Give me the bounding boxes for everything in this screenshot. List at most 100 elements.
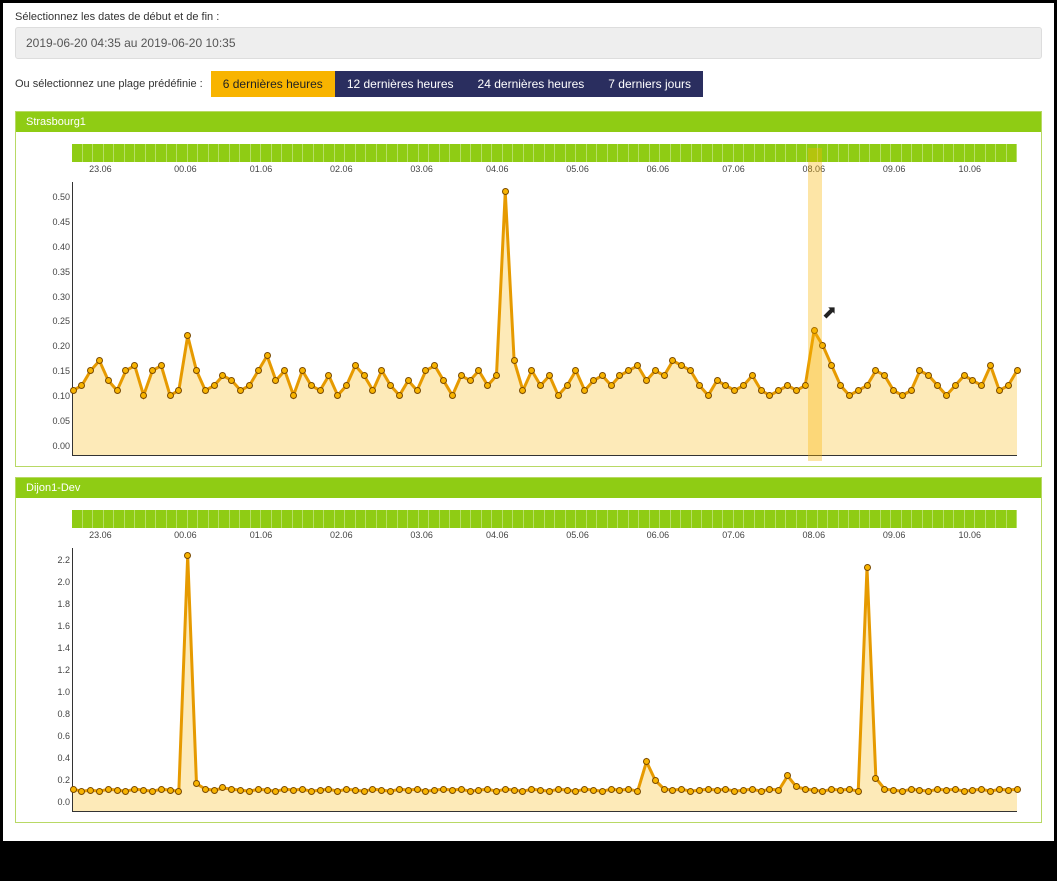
data-point[interactable] [449, 787, 456, 794]
data-point[interactable] [378, 787, 385, 794]
data-point[interactable] [264, 352, 271, 359]
data-point[interactable] [793, 387, 800, 394]
data-point[interactable] [1014, 786, 1021, 793]
data-point[interactable] [696, 382, 703, 389]
data-point[interactable] [422, 788, 429, 795]
data-point[interactable] [96, 357, 103, 364]
data-point[interactable] [661, 786, 668, 793]
data-point[interactable] [687, 367, 694, 374]
data-point[interactable] [828, 362, 835, 369]
data-point[interactable] [722, 382, 729, 389]
preset-range-button[interactable]: 7 derniers jours [596, 71, 703, 97]
data-point[interactable] [599, 788, 606, 795]
data-point[interactable] [378, 367, 385, 374]
data-point[interactable] [343, 382, 350, 389]
data-point[interactable] [431, 787, 438, 794]
data-point[interactable] [202, 387, 209, 394]
data-point[interactable] [616, 372, 623, 379]
data-point[interactable] [387, 382, 394, 389]
data-point[interactable] [281, 786, 288, 793]
data-point[interactable] [149, 367, 156, 374]
data-point[interactable] [325, 786, 332, 793]
data-point[interactable] [458, 786, 465, 793]
data-point[interactable] [219, 784, 226, 791]
data-point[interactable] [643, 377, 650, 384]
data-point[interactable] [916, 787, 923, 794]
data-point[interactable] [317, 387, 324, 394]
data-point[interactable] [987, 788, 994, 795]
data-point[interactable] [828, 786, 835, 793]
data-point[interactable] [1005, 382, 1012, 389]
data-point[interactable] [766, 786, 773, 793]
data-point[interactable] [114, 387, 121, 394]
data-point[interactable] [467, 788, 474, 795]
data-point[interactable] [405, 377, 412, 384]
data-point[interactable] [652, 777, 659, 784]
data-point[interactable] [317, 787, 324, 794]
data-point[interactable] [581, 786, 588, 793]
data-point[interactable] [908, 387, 915, 394]
data-point[interactable] [714, 787, 721, 794]
data-point[interactable] [669, 357, 676, 364]
data-point[interactable] [731, 788, 738, 795]
data-point[interactable] [140, 392, 147, 399]
data-point[interactable] [361, 788, 368, 795]
data-point[interactable] [546, 372, 553, 379]
data-point[interactable] [740, 787, 747, 794]
data-point[interactable] [246, 382, 253, 389]
data-point[interactable] [969, 787, 976, 794]
data-point[interactable] [775, 387, 782, 394]
data-point[interactable] [290, 392, 297, 399]
data-point[interactable] [678, 786, 685, 793]
data-point[interactable] [899, 392, 906, 399]
data-point[interactable] [749, 372, 756, 379]
data-point[interactable] [502, 786, 509, 793]
data-point[interactable] [414, 387, 421, 394]
overview-strip[interactable] [72, 510, 1017, 528]
data-point[interactable] [149, 788, 156, 795]
preset-range-button[interactable]: 12 dernières heures [335, 71, 466, 97]
data-point[interactable] [855, 788, 862, 795]
data-point[interactable] [908, 786, 915, 793]
data-point[interactable] [131, 362, 138, 369]
data-point[interactable] [484, 786, 491, 793]
data-point[interactable] [308, 382, 315, 389]
preset-range-button[interactable]: 6 dernières heures [211, 71, 335, 97]
data-point[interactable] [722, 786, 729, 793]
data-point[interactable] [255, 786, 262, 793]
data-point[interactable] [1014, 367, 1021, 374]
data-point[interactable] [555, 786, 562, 793]
data-point[interactable] [546, 788, 553, 795]
data-point[interactable] [211, 787, 218, 794]
data-point[interactable] [952, 382, 959, 389]
data-point[interactable] [652, 367, 659, 374]
data-point[interactable] [246, 788, 253, 795]
data-point[interactable] [167, 787, 174, 794]
data-point[interactable] [846, 392, 853, 399]
data-point[interactable] [334, 788, 341, 795]
data-point[interactable] [864, 564, 871, 571]
data-point[interactable] [802, 786, 809, 793]
data-point[interactable] [493, 372, 500, 379]
data-point[interactable] [475, 787, 482, 794]
data-point[interactable] [819, 788, 826, 795]
data-point[interactable] [290, 787, 297, 794]
data-point[interactable] [352, 362, 359, 369]
data-point[interactable] [837, 382, 844, 389]
data-point[interactable] [872, 367, 879, 374]
data-point[interactable] [705, 392, 712, 399]
data-point[interactable] [396, 392, 403, 399]
data-point[interactable] [272, 377, 279, 384]
data-point[interactable] [334, 392, 341, 399]
data-point[interactable] [78, 788, 85, 795]
data-point[interactable] [184, 552, 191, 559]
data-point[interactable] [511, 787, 518, 794]
data-point[interactable] [422, 367, 429, 374]
data-point[interactable] [943, 392, 950, 399]
data-point[interactable] [396, 786, 403, 793]
data-point[interactable] [175, 788, 182, 795]
data-point[interactable] [414, 786, 421, 793]
data-point[interactable] [616, 787, 623, 794]
data-point[interactable] [387, 788, 394, 795]
data-point[interactable] [228, 377, 235, 384]
